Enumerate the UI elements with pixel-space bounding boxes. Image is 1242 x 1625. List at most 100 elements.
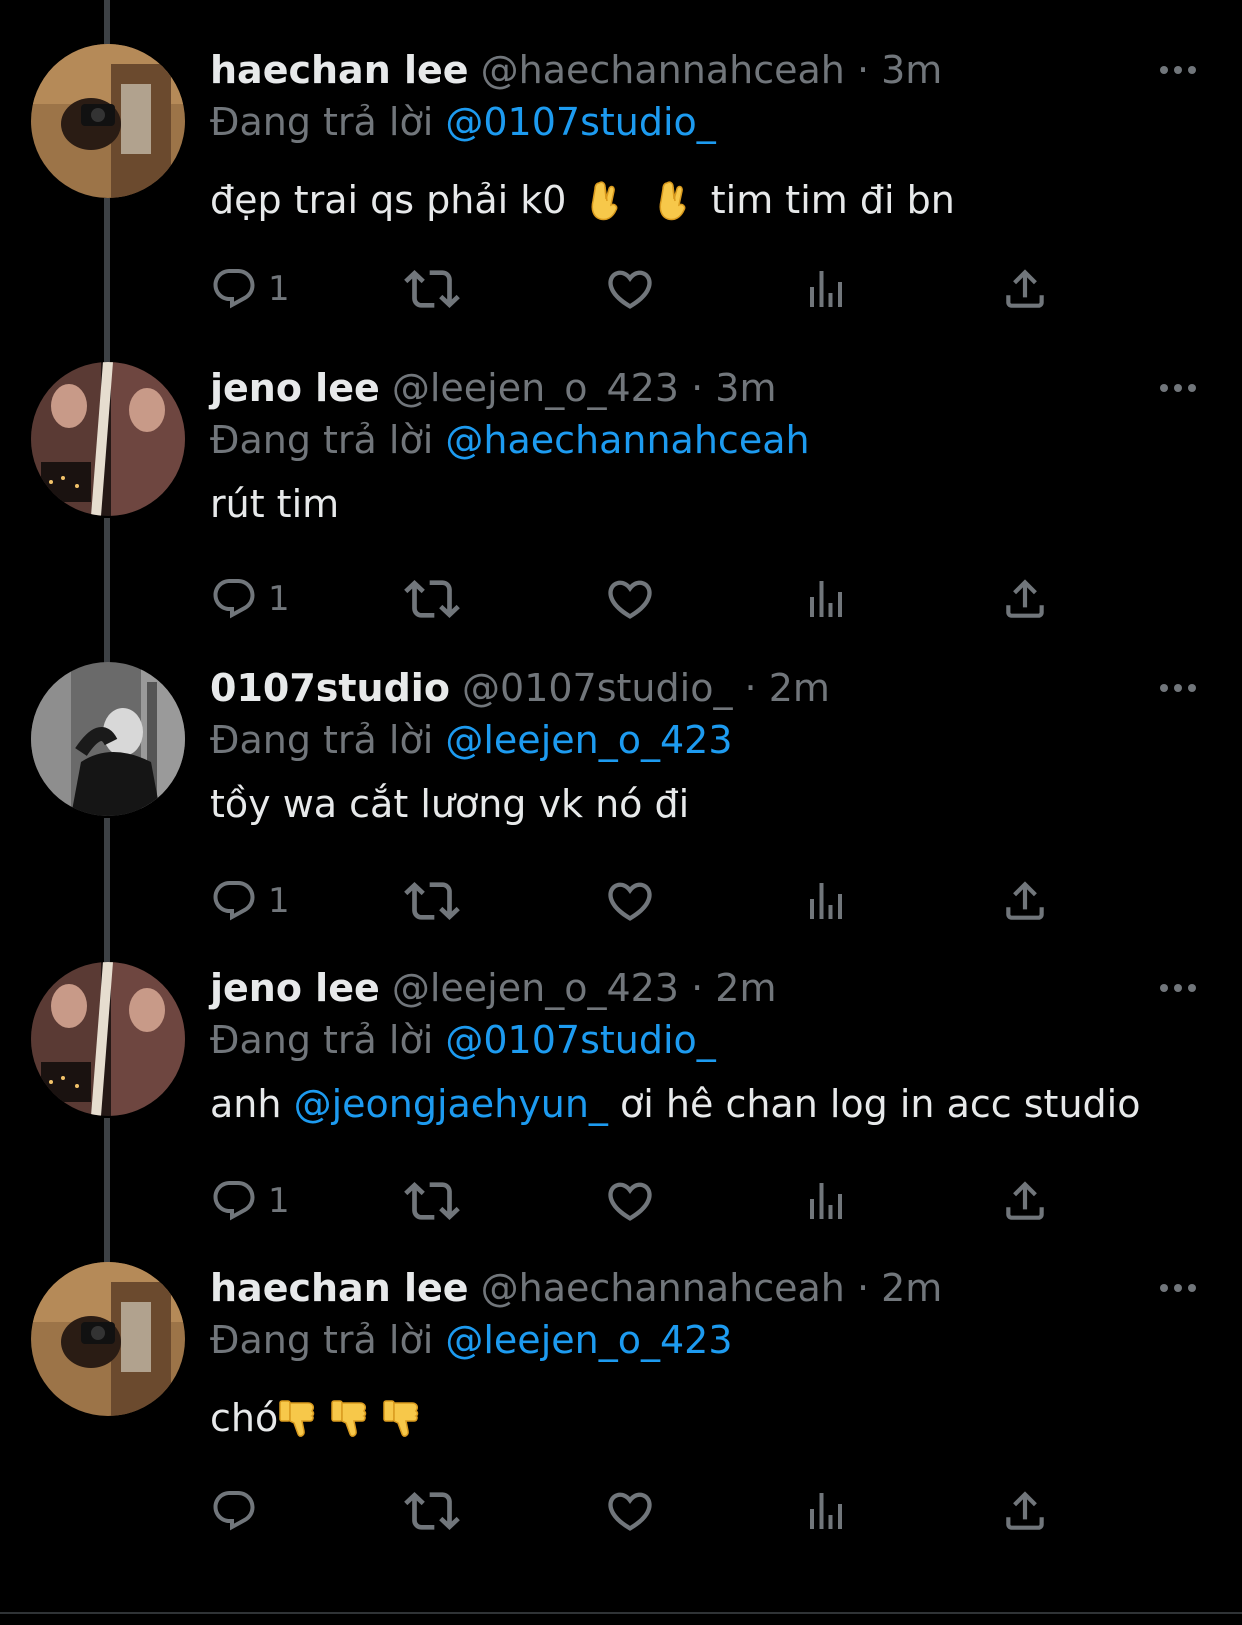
avatar-photo-icon bbox=[31, 44, 185, 198]
tweet[interactable]: haechan lee @haechannahceah · 3m Đang tr… bbox=[0, 0, 1242, 310]
display-name[interactable]: haechan lee bbox=[210, 48, 469, 92]
replying-to: Đang trả lời @leejen_o_423 bbox=[210, 1314, 733, 1366]
reply-count: 1 bbox=[268, 881, 290, 921]
like-button[interactable] bbox=[604, 1481, 656, 1541]
avatar[interactable] bbox=[31, 1262, 185, 1416]
tweet[interactable]: 0107studio @0107studio_ · 2m Đang trả lờ… bbox=[0, 618, 1242, 928]
tweet-text: đẹp trai qs phải k0 tim tim đi bn bbox=[210, 174, 955, 226]
tweet[interactable]: jeno lee @leejen_o_423 · 3m Đang trả lời… bbox=[0, 318, 1242, 628]
avatar-photo-icon bbox=[31, 362, 185, 516]
tweet[interactable]: haechan lee @haechannahceah · 2m Đang tr… bbox=[0, 1218, 1242, 1528]
tweet-mention[interactable]: @jeongjaehyun_ bbox=[294, 1082, 608, 1126]
tweet-actions: 1 bbox=[210, 259, 1090, 319]
separator-dot: · bbox=[856, 48, 870, 92]
tweet-text: chó bbox=[210, 1392, 428, 1444]
tweet-header: jeno lee @leejen_o_423 · 2m bbox=[210, 962, 776, 1014]
analytics-icon bbox=[802, 1487, 850, 1535]
share-button[interactable] bbox=[1000, 259, 1050, 319]
reply-count: 1 bbox=[268, 1181, 290, 1221]
crossed-fingers-emoji bbox=[585, 179, 625, 223]
avatar[interactable] bbox=[31, 44, 185, 198]
replying-to-label: Đang trả lời bbox=[210, 1318, 434, 1362]
avatar[interactable] bbox=[31, 362, 185, 516]
retweet-button[interactable] bbox=[404, 1481, 460, 1541]
views-button[interactable] bbox=[802, 259, 850, 319]
avatar-photo-icon bbox=[31, 1262, 185, 1416]
divider bbox=[0, 1612, 1242, 1614]
reply-icon bbox=[210, 265, 258, 313]
reply-icon bbox=[210, 575, 258, 623]
replying-to-label: Đang trả lời bbox=[210, 100, 434, 144]
timestamp[interactable]: 2m bbox=[715, 966, 776, 1010]
share-button[interactable] bbox=[1000, 1481, 1050, 1541]
heart-icon bbox=[604, 1485, 656, 1537]
more-options-icon[interactable] bbox=[1158, 980, 1198, 996]
separator-dot: · bbox=[691, 366, 704, 410]
thumbs-down-emoji bbox=[330, 1397, 370, 1441]
analytics-icon bbox=[802, 265, 850, 313]
tweet-text-part: ơi hê chan log in acc studio bbox=[620, 1082, 1141, 1126]
analytics-icon bbox=[802, 575, 850, 623]
tweet[interactable]: jeno lee @leejen_o_423 · 2m Đang trả lời… bbox=[0, 918, 1242, 1228]
share-icon bbox=[1000, 574, 1050, 624]
user-handle[interactable]: @leejen_o_423 bbox=[392, 366, 679, 410]
retweet-icon bbox=[404, 1483, 460, 1539]
thumbs-down-emoji bbox=[382, 1397, 422, 1441]
replying-to: Đang trả lời @haechannahceah bbox=[210, 414, 810, 466]
retweet-icon bbox=[404, 261, 460, 317]
views-button[interactable] bbox=[802, 1481, 850, 1541]
user-handle[interactable]: @haechannahceah bbox=[481, 48, 845, 92]
avatar-photo-icon bbox=[31, 962, 185, 1116]
tweet-text-part: anh bbox=[210, 1082, 282, 1126]
thumbs-down-emoji bbox=[278, 1397, 318, 1441]
avatar-photo-icon bbox=[31, 662, 185, 816]
replying-to-mention[interactable]: @leejen_o_423 bbox=[445, 718, 732, 762]
replying-to-label: Đang trả lời bbox=[210, 718, 434, 762]
separator-dot: · bbox=[744, 666, 757, 710]
display-name[interactable]: jeno lee bbox=[210, 966, 380, 1010]
avatar[interactable] bbox=[31, 662, 185, 816]
separator-dot: · bbox=[856, 1266, 870, 1310]
display-name[interactable]: haechan lee bbox=[210, 1266, 469, 1310]
replying-to-mention[interactable]: @haechannahceah bbox=[445, 418, 809, 462]
reply-count: 1 bbox=[268, 269, 290, 309]
reply-count: 1 bbox=[268, 579, 290, 619]
user-handle[interactable]: @0107studio_ bbox=[462, 666, 732, 710]
retweet-button[interactable] bbox=[404, 259, 460, 319]
share-icon bbox=[1000, 264, 1050, 314]
tweet-text-part: tim tim đi bn bbox=[710, 178, 955, 222]
crossed-fingers-emoji bbox=[653, 179, 693, 223]
heart-icon bbox=[604, 263, 656, 315]
reply-button[interactable] bbox=[210, 1481, 268, 1541]
tweet-text: rút tim bbox=[210, 482, 340, 526]
timestamp[interactable]: 2m bbox=[769, 666, 830, 710]
share-icon bbox=[1000, 1486, 1050, 1536]
replying-to-label: Đang trả lời bbox=[210, 418, 434, 462]
like-button[interactable] bbox=[604, 259, 656, 319]
display-name[interactable]: 0107studio bbox=[210, 666, 450, 710]
timestamp[interactable]: 3m bbox=[881, 48, 942, 92]
reply-icon bbox=[210, 1487, 258, 1535]
tweet-actions bbox=[210, 1481, 1090, 1541]
avatar[interactable] bbox=[31, 962, 185, 1116]
more-options-icon[interactable] bbox=[1158, 1280, 1198, 1296]
replying-to-mention[interactable]: @0107studio_ bbox=[445, 1018, 715, 1062]
replying-to: Đang trả lời @0107studio_ bbox=[210, 1014, 716, 1066]
tweet-header: jeno lee @leejen_o_423 · 3m bbox=[210, 362, 776, 414]
tweet-text: tồy wa cắt lương vk nó đi bbox=[210, 782, 690, 826]
user-handle[interactable]: @leejen_o_423 bbox=[392, 966, 679, 1010]
replying-to: Đang trả lời @leejen_o_423 bbox=[210, 714, 733, 766]
more-options-icon[interactable] bbox=[1158, 380, 1198, 396]
replying-to-mention[interactable]: @0107studio_ bbox=[445, 100, 715, 144]
tweet-text-part: đẹp trai qs phải k0 bbox=[210, 178, 567, 222]
more-options-icon[interactable] bbox=[1158, 680, 1198, 696]
timestamp[interactable]: 2m bbox=[881, 1266, 942, 1310]
more-options-icon[interactable] bbox=[1158, 62, 1198, 78]
timestamp[interactable]: 3m bbox=[715, 366, 776, 410]
tweet-header: haechan lee @haechannahceah · 2m bbox=[210, 1262, 942, 1314]
display-name[interactable]: jeno lee bbox=[210, 366, 380, 410]
tweet-text: anh @jeongjaehyun_ ơi hê chan log in acc… bbox=[210, 1078, 1140, 1130]
user-handle[interactable]: @haechannahceah bbox=[481, 1266, 845, 1310]
replying-to-mention[interactable]: @leejen_o_423 bbox=[445, 1318, 732, 1362]
reply-button[interactable]: 1 bbox=[210, 259, 290, 319]
